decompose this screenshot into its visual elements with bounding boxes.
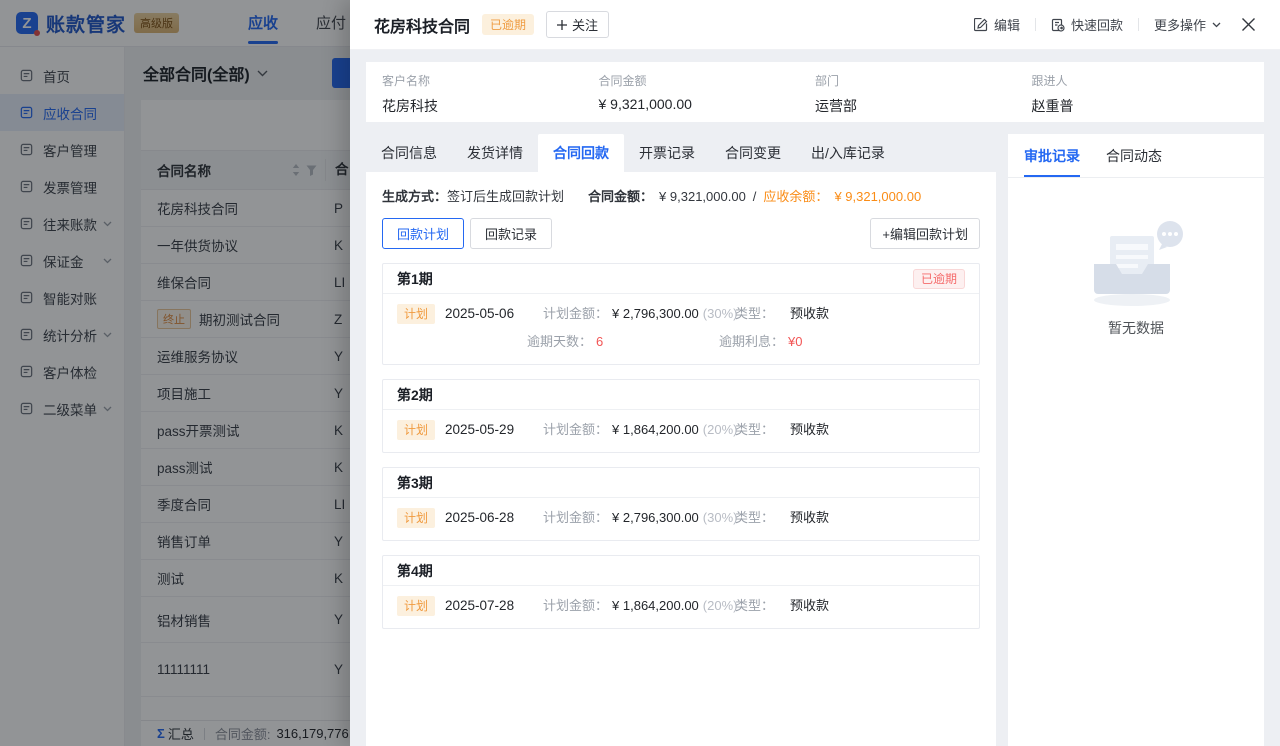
payment-periods: 第1期 已逾期 计划 2025-05-06 计划金额：¥ 2,796,300.0… [382, 263, 980, 629]
overdue-days-field: 逾期天数：6 [527, 330, 719, 354]
quick-payment-button[interactable]: 快速回款 [1051, 15, 1123, 34]
detail-tab[interactable]: 出/入库记录 [796, 134, 900, 172]
contract-detail-drawer: 花房科技合同 已逾期 关注 编辑 快速回款 更多操作 [350, 0, 1280, 746]
period-overdue-badge: 已逾期 [913, 269, 965, 289]
period-plan-line: 计划 2025-07-28 计划金额：¥ 1,864,200.00(20%) 类… [397, 594, 965, 618]
period-title: 第3期 [397, 473, 433, 493]
plan-tag: 计划 [397, 304, 435, 324]
period-card: 第3期 计划 2025-06-28 计划金额：¥ 2,796,300.00(30… [382, 467, 980, 541]
plan-type-field: 类型：预收款 [735, 418, 965, 442]
period-header: 第3期 [383, 468, 979, 498]
overdue-interest-field: 逾期利息：¥0 [719, 330, 965, 354]
toggle-button[interactable]: 回款计划 [382, 218, 464, 249]
edit-icon [974, 18, 988, 32]
plan-record-toggle: 回款计划 回款记录 +编辑回款计划 [382, 218, 980, 249]
side-panel-tab[interactable]: 审批记录 [1024, 134, 1080, 177]
period-header: 第2期 [383, 380, 979, 410]
info-value: 花房科技 [382, 96, 599, 116]
info-label: 合同金额 [599, 72, 816, 89]
side-panel-tab[interactable]: 合同动态 [1106, 134, 1162, 177]
empty-state: 暂无数据 [1008, 220, 1264, 338]
period-card: 第1期 已逾期 计划 2025-05-06 计划金额：¥ 2,796,300.0… [382, 263, 980, 365]
empty-inbox-icon [1080, 220, 1192, 308]
info-value: 赵重普 [1032, 96, 1249, 116]
period-header: 第1期 已逾期 [383, 264, 979, 294]
info-field: 跟进人 赵重普 [1032, 72, 1249, 116]
receivable-balance: ¥ 9,321,000.00 [834, 189, 921, 204]
drawer-body: 客户名称 花房科技 合同金额 ¥ 9,321,000.00 部门 运营部 跟进人… [350, 50, 1280, 746]
payment-tab-content: 生成方式：签订后生成回款计划合同金额：¥ 9,321,000.00/应收余额：¥… [366, 172, 996, 746]
quick-payment-icon [1051, 18, 1065, 32]
info-value: ¥ 9,321,000.00 [599, 96, 816, 112]
drawer-title: 花房科技合同 [374, 13, 470, 37]
approval-side-panel: 审批记录 合同动态 [1008, 134, 1264, 746]
chevron-down-icon [1212, 22, 1221, 28]
info-label: 跟进人 [1032, 72, 1249, 89]
period-title: 第1期 [397, 269, 433, 289]
info-label: 部门 [815, 72, 1032, 89]
more-actions-button[interactable]: 更多操作 [1154, 15, 1221, 34]
close-icon[interactable] [1241, 17, 1256, 32]
info-label: 客户名称 [382, 72, 599, 89]
generation-summary: 生成方式：签订后生成回款计划合同金额：¥ 9,321,000.00/应收余额：¥… [382, 186, 980, 205]
period-card: 第4期 计划 2025-07-28 计划金额：¥ 1,864,200.00(20… [382, 555, 980, 629]
info-value: 运营部 [815, 96, 1032, 116]
edit-plan-button[interactable]: +编辑回款计划 [870, 218, 980, 249]
plan-type-field: 类型：预收款 [735, 302, 965, 326]
detail-tab[interactable]: 开票记录 [624, 134, 710, 172]
plan-type-field: 类型：预收款 [735, 594, 965, 618]
overdue-status-badge: 已逾期 [482, 14, 534, 35]
plus-icon [557, 20, 567, 30]
plan-amount-field: 计划金额：¥ 1,864,200.00(20%) [543, 418, 735, 442]
plan-amount-field: 计划金额：¥ 2,796,300.00(30%) [543, 506, 735, 530]
plan-date: 2025-06-28 [445, 506, 529, 530]
period-header: 第4期 [383, 556, 979, 586]
contract-info-card: 客户名称 花房科技 合同金额 ¥ 9,321,000.00 部门 运营部 跟进人… [366, 62, 1264, 122]
plan-tag: 计划 [397, 508, 435, 528]
period-plan-line: 计划 2025-05-29 计划金额：¥ 1,864,200.00(20%) 类… [397, 418, 965, 442]
toggle-button[interactable]: 回款记录 [470, 218, 552, 249]
main-panel: 合同信息 发货详情 合同回款 开票记录 合同变更 出/入库记录 生 [366, 134, 996, 746]
divider [1138, 18, 1139, 31]
detail-tabs: 合同信息 发货详情 合同回款 开票记录 合同变更 出/入库记录 [366, 134, 996, 172]
plan-amount-field: 计划金额：¥ 1,864,200.00(20%) [543, 594, 735, 618]
info-field: 合同金额 ¥ 9,321,000.00 [599, 72, 816, 116]
period-title: 第2期 [397, 385, 433, 405]
period-overdue-line: 逾期天数：6 逾期利息：¥0 [397, 330, 965, 354]
plan-type-field: 类型：预收款 [735, 506, 965, 530]
plan-tag: 计划 [397, 420, 435, 440]
info-field: 部门 运营部 [815, 72, 1032, 116]
detail-tab[interactable]: 合同回款 [538, 134, 624, 172]
detail-tab[interactable]: 合同信息 [366, 134, 452, 172]
period-plan-line: 计划 2025-06-28 计划金额：¥ 2,796,300.00(30%) 类… [397, 506, 965, 530]
plan-tag: 计划 [397, 596, 435, 616]
side-panel-tabs: 审批记录 合同动态 [1008, 134, 1264, 178]
plan-date: 2025-05-29 [445, 418, 529, 442]
plan-date: 2025-05-06 [445, 302, 529, 326]
edit-button[interactable]: 编辑 [974, 15, 1020, 34]
info-field: 客户名称 花房科技 [382, 72, 599, 116]
period-plan-line: 计划 2025-05-06 计划金额：¥ 2,796,300.00(30%) 类… [397, 302, 965, 326]
drawer-header: 花房科技合同 已逾期 关注 编辑 快速回款 更多操作 [350, 0, 1280, 50]
detail-tab[interactable]: 发货详情 [452, 134, 538, 172]
period-card: 第2期 计划 2025-05-29 计划金额：¥ 1,864,200.00(20… [382, 379, 980, 453]
plan-amount-field: 计划金额：¥ 2,796,300.00(30%) [543, 302, 735, 326]
divider [1035, 18, 1036, 31]
period-title: 第4期 [397, 561, 433, 581]
follow-button[interactable]: 关注 [546, 11, 609, 38]
plan-date: 2025-07-28 [445, 594, 529, 618]
detail-tab[interactable]: 合同变更 [710, 134, 796, 172]
empty-state-text: 暂无数据 [1108, 318, 1164, 338]
